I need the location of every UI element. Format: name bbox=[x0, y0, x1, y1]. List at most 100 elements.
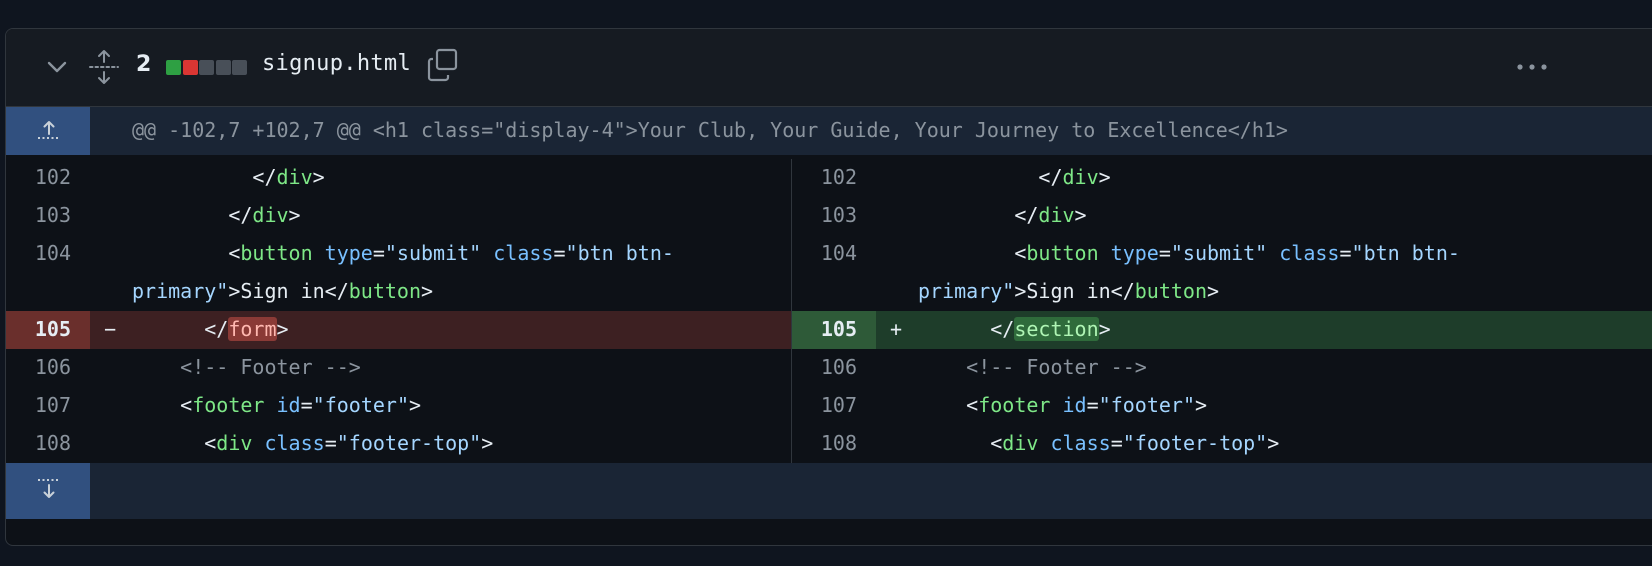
diffstat-block-neutral bbox=[232, 60, 247, 75]
diff-line-deletion[interactable]: 105 − </form> bbox=[6, 311, 791, 349]
expand-down-button[interactable] bbox=[6, 463, 90, 519]
code-token: button bbox=[1134, 279, 1207, 303]
code-token: > bbox=[408, 393, 422, 417]
code-line: <button type="submit" class="btn btn- pr… bbox=[918, 234, 1460, 310]
code-line: </div> bbox=[918, 158, 1111, 196]
code-line: <div class="footer-top"> bbox=[132, 424, 493, 462]
code-token: >Sign in</ bbox=[1014, 279, 1135, 303]
code-token: < bbox=[918, 393, 979, 417]
line-number[interactable]: 106 bbox=[6, 355, 71, 379]
code-token: class bbox=[493, 241, 554, 265]
code-token: = bbox=[1158, 241, 1171, 265]
code-line: <!-- Footer --> bbox=[918, 355, 1147, 379]
addition-marker: + bbox=[890, 317, 903, 341]
file-name-link[interactable]: signup.html bbox=[262, 51, 411, 76]
code-token: id bbox=[1062, 393, 1087, 417]
code-token: primary" bbox=[132, 279, 229, 303]
diff-line[interactable]: 104 <button type="submit" class="btn btn… bbox=[792, 235, 1652, 311]
code-token: < bbox=[918, 241, 1027, 265]
diff-line[interactable]: 102 </div> bbox=[792, 159, 1652, 197]
hunk-header-row: @@ -102,7 +102,7 @@ <h1 class="display-4… bbox=[6, 107, 1652, 155]
code-token: class bbox=[264, 431, 325, 455]
code-token: > bbox=[1267, 431, 1280, 455]
diff-line[interactable]: 107 <footer id="footer"> bbox=[792, 387, 1652, 425]
code-token: class bbox=[1050, 431, 1111, 455]
expand-up-icon bbox=[38, 121, 60, 139]
code-token: = bbox=[372, 241, 385, 265]
deletion-marker: − bbox=[104, 317, 117, 341]
line-number[interactable]: 102 bbox=[792, 165, 857, 189]
code-token: "footer-top" bbox=[336, 431, 482, 455]
code-token: </ bbox=[132, 165, 277, 189]
code-token: div bbox=[1038, 203, 1075, 227]
kebab-horizontal-icon[interactable] bbox=[1516, 63, 1548, 71]
code-token: < bbox=[132, 241, 241, 265]
code-token: type bbox=[324, 241, 373, 265]
code-token: = bbox=[1110, 431, 1123, 455]
line-number[interactable]: 108 bbox=[6, 431, 71, 455]
line-number[interactable]: 108 bbox=[792, 431, 857, 455]
diff-file-container: 2 signup.html @@ -102,7 +102,7 @@ <h1 cl… bbox=[5, 28, 1652, 546]
diff-line[interactable]: 104 <button type="submit" class="btn btn… bbox=[6, 235, 791, 311]
code-token: > bbox=[288, 203, 301, 227]
diffstat-block-del bbox=[182, 60, 198, 75]
code-token: "submit" bbox=[384, 241, 482, 265]
diff-line[interactable]: 102 </div> bbox=[6, 159, 791, 197]
hunk-header-text: @@ -102,7 +102,7 @@ <h1 class="display-4… bbox=[132, 118, 1288, 142]
line-number[interactable]: 104 bbox=[792, 241, 857, 265]
code-token: class bbox=[1279, 241, 1340, 265]
code-token: footer bbox=[978, 393, 1051, 417]
code-line: </div> bbox=[918, 196, 1087, 234]
chevron-down-icon[interactable] bbox=[44, 54, 70, 80]
line-number[interactable]: 106 bbox=[792, 355, 857, 379]
line-number[interactable]: 103 bbox=[792, 203, 857, 227]
code-token: </ bbox=[918, 165, 1063, 189]
code-token: < bbox=[132, 393, 193, 417]
line-number[interactable]: 107 bbox=[792, 393, 857, 417]
copy-icon[interactable] bbox=[427, 48, 459, 82]
diff-line[interactable]: 106 <!-- Footer --> bbox=[792, 349, 1652, 387]
code-token: > bbox=[1194, 393, 1208, 417]
line-number[interactable]: 102 bbox=[6, 165, 71, 189]
code-line: <div class="footer-top"> bbox=[918, 424, 1279, 462]
diff-line[interactable]: 103 </div> bbox=[792, 197, 1652, 235]
code-token: type bbox=[1110, 241, 1159, 265]
diff-line[interactable]: 103 </div> bbox=[6, 197, 791, 235]
code-token: > bbox=[1074, 203, 1087, 227]
code-line: </div> bbox=[132, 158, 324, 196]
line-number[interactable]: 105 bbox=[792, 317, 857, 341]
code-token: "footer" bbox=[312, 393, 409, 417]
code-token: > bbox=[1098, 165, 1111, 189]
code-token: = bbox=[1086, 393, 1099, 417]
code-token: > bbox=[481, 431, 494, 455]
code-token: </ bbox=[132, 317, 229, 341]
line-number[interactable]: 104 bbox=[6, 241, 71, 265]
line-number[interactable]: 107 bbox=[6, 393, 71, 417]
diff-line[interactable]: 108 <div class="footer-top"> bbox=[792, 425, 1652, 463]
code-token: = bbox=[553, 241, 566, 265]
code-token: > bbox=[1207, 279, 1220, 303]
expand-down-icon bbox=[38, 479, 60, 498]
line-number[interactable]: 105 bbox=[6, 317, 71, 341]
changes-count: 2 bbox=[136, 52, 152, 77]
diff-line[interactable]: 108 <div class="footer-top"> bbox=[6, 425, 791, 463]
code-token: </ bbox=[918, 317, 1015, 341]
expand-up-button[interactable] bbox=[6, 107, 90, 155]
diff-line-addition[interactable]: 105 + </section> bbox=[792, 311, 1652, 349]
code-token: < bbox=[132, 431, 217, 455]
line-number[interactable]: 103 bbox=[6, 203, 71, 227]
code-token: "submit" bbox=[1170, 241, 1268, 265]
code-token: </ bbox=[918, 203, 1039, 227]
unfold-icon[interactable] bbox=[88, 49, 120, 85]
code-token: "footer" bbox=[1098, 393, 1195, 417]
diff-line[interactable]: 107 <footer id="footer"> bbox=[6, 387, 791, 425]
diff-line[interactable]: 106 <!-- Footer --> bbox=[6, 349, 791, 387]
code-token: button bbox=[1026, 241, 1099, 265]
code-token: = bbox=[1339, 241, 1352, 265]
